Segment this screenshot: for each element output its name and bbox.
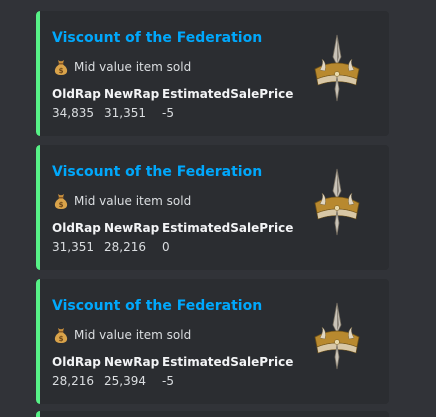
field-value: 25,394 — [104, 374, 146, 388]
svg-text:$: $ — [59, 67, 64, 75]
field-value: 0 — [162, 240, 170, 254]
crown-icon[interactable] — [312, 33, 362, 103]
field-new-rap: NewRap 28,216 — [104, 220, 159, 255]
embed-description: $ Mid value item sold — [52, 326, 191, 344]
field-old-rap: OldRap 34,835 — [52, 86, 101, 121]
field-value: 31,351 — [104, 106, 146, 120]
field-new-rap: NewRap 31,351 — [104, 86, 159, 121]
embed-accent-bar — [36, 145, 40, 270]
svg-text:$: $ — [59, 335, 64, 343]
field-old-rap: OldRap 31,351 — [52, 220, 101, 255]
field-estimated-sale-price: EstimatedSalePrice -5 — [162, 354, 293, 389]
embed-title-link[interactable]: Viscount of the Federation — [52, 30, 262, 46]
embed-title-link[interactable]: Viscount of the Federation — [52, 164, 262, 180]
field-new-rap: NewRap 25,394 — [104, 354, 159, 389]
embed-card: Viscount of the Federation $ Mid value i… — [36, 145, 389, 270]
field-value: 31,351 — [52, 240, 94, 254]
description-text: Mid value item sold — [74, 194, 192, 208]
field-estimated-sale-price: EstimatedSalePrice -5 — [162, 86, 293, 121]
field-name: OldRap — [52, 355, 101, 369]
embed-card-partial — [36, 411, 389, 417]
field-name: EstimatedSalePrice — [162, 87, 294, 101]
description-text: Mid value item sold — [74, 328, 192, 342]
field-value: 28,216 — [52, 374, 94, 388]
field-name: NewRap — [104, 355, 160, 369]
embed-description: $ Mid value item sold — [52, 192, 191, 210]
message-feed: Viscount of the Federation $ Mid value i… — [0, 0, 436, 417]
field-name: EstimatedSalePrice — [162, 355, 294, 369]
field-value: 34,835 — [52, 106, 94, 120]
field-value: -5 — [162, 106, 174, 120]
embed-card: Viscount of the Federation $ Mid value i… — [36, 279, 389, 404]
embed-accent-bar — [36, 11, 40, 136]
embed-card: Viscount of the Federation $ Mid value i… — [36, 11, 389, 136]
field-name: OldRap — [52, 221, 101, 235]
embed-title-link[interactable]: Viscount of the Federation — [52, 298, 262, 314]
crown-icon[interactable] — [312, 301, 362, 371]
field-value: -5 — [162, 374, 174, 388]
field-name: EstimatedSalePrice — [162, 221, 294, 235]
field-name: NewRap — [104, 221, 160, 235]
field-old-rap: OldRap 28,216 — [52, 354, 101, 389]
field-value: 28,216 — [104, 240, 146, 254]
embed-description: $ Mid value item sold — [52, 58, 191, 76]
embed-accent-bar — [36, 279, 40, 404]
money-bag-icon: $ — [54, 328, 68, 343]
description-text: Mid value item sold — [74, 60, 192, 74]
money-bag-icon: $ — [54, 194, 68, 209]
embed-accent-bar — [36, 411, 40, 417]
crown-icon[interactable] — [312, 167, 362, 237]
svg-text:$: $ — [59, 201, 64, 209]
money-bag-icon: $ — [54, 60, 68, 75]
field-name: NewRap — [104, 87, 160, 101]
field-estimated-sale-price: EstimatedSalePrice 0 — [162, 220, 293, 255]
field-name: OldRap — [52, 87, 101, 101]
